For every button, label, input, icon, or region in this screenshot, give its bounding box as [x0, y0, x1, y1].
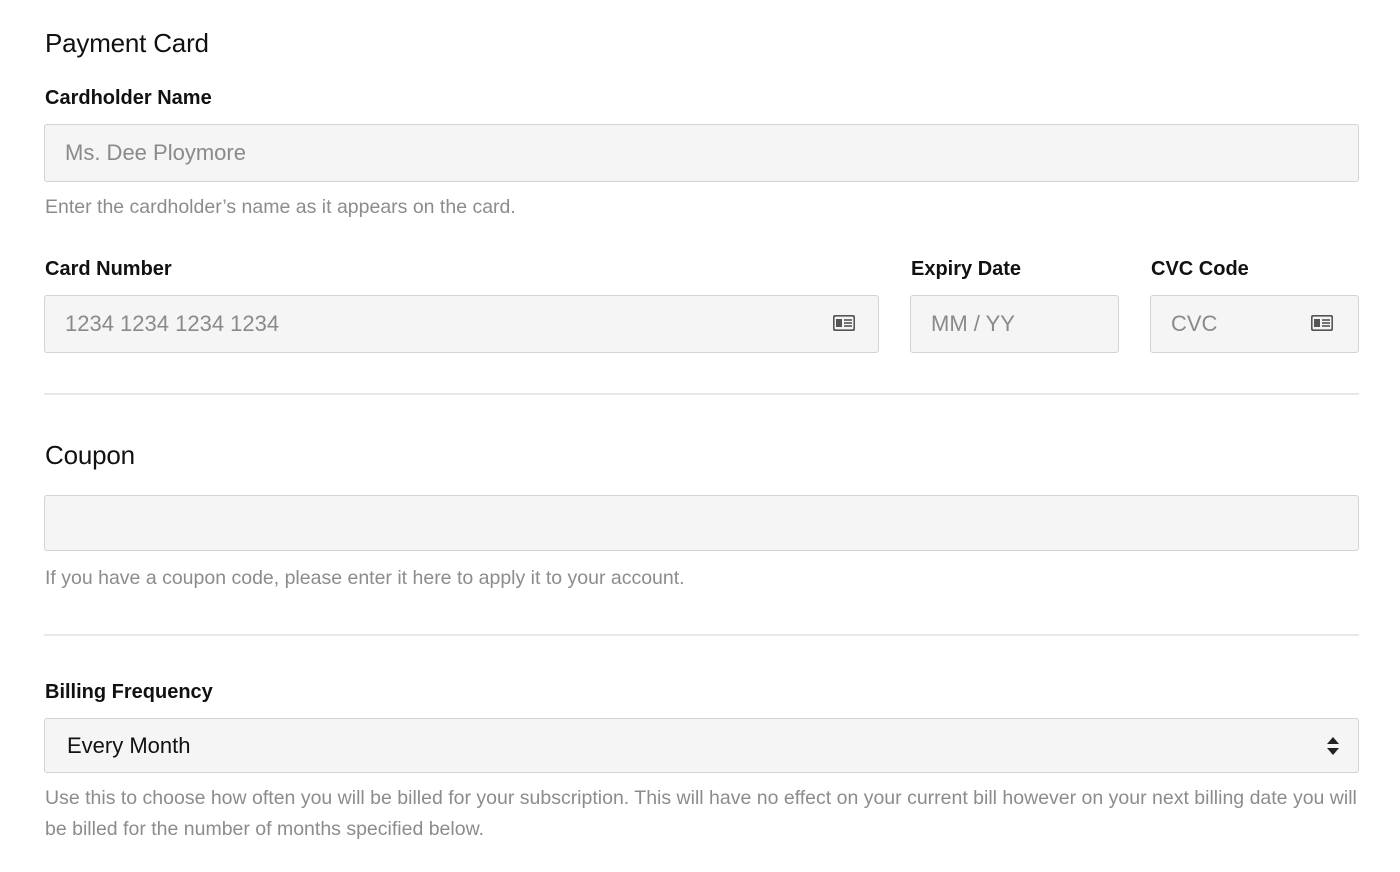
- payment-card-heading: Payment Card: [45, 28, 209, 58]
- section-divider: [44, 634, 1359, 636]
- card-icon: [1311, 315, 1333, 331]
- billing-frequency-select[interactable]: Every Month: [44, 718, 1359, 773]
- cardholder-name-input[interactable]: [44, 124, 1359, 182]
- coupon-heading: Coupon: [45, 440, 135, 470]
- billing-frequency-help: Use this to choose how often you will be…: [45, 787, 1357, 840]
- payment-form: Payment Card Cardholder Name Enter the c…: [0, 0, 1400, 872]
- coupon-help: If you have a coupon code, please enter …: [45, 567, 685, 589]
- cardholder-name-help: Enter the cardholder’s name as it appear…: [45, 196, 516, 218]
- card-number-label: Card Number: [45, 258, 172, 280]
- billing-frequency-selected-value: Every Month: [67, 733, 191, 758]
- billing-frequency-label: Billing Frequency: [45, 681, 213, 703]
- select-arrows-icon: [1327, 737, 1339, 755]
- cardholder-name-label: Cardholder Name: [45, 87, 212, 109]
- card-icon: [833, 315, 855, 331]
- section-divider: [44, 393, 1359, 395]
- coupon-input[interactable]: [44, 495, 1359, 551]
- card-number-input[interactable]: [44, 295, 879, 353]
- expiry-date-label: Expiry Date: [911, 258, 1022, 280]
- expiry-date-input[interactable]: [910, 295, 1119, 353]
- cvc-code-label: CVC Code: [1151, 258, 1249, 280]
